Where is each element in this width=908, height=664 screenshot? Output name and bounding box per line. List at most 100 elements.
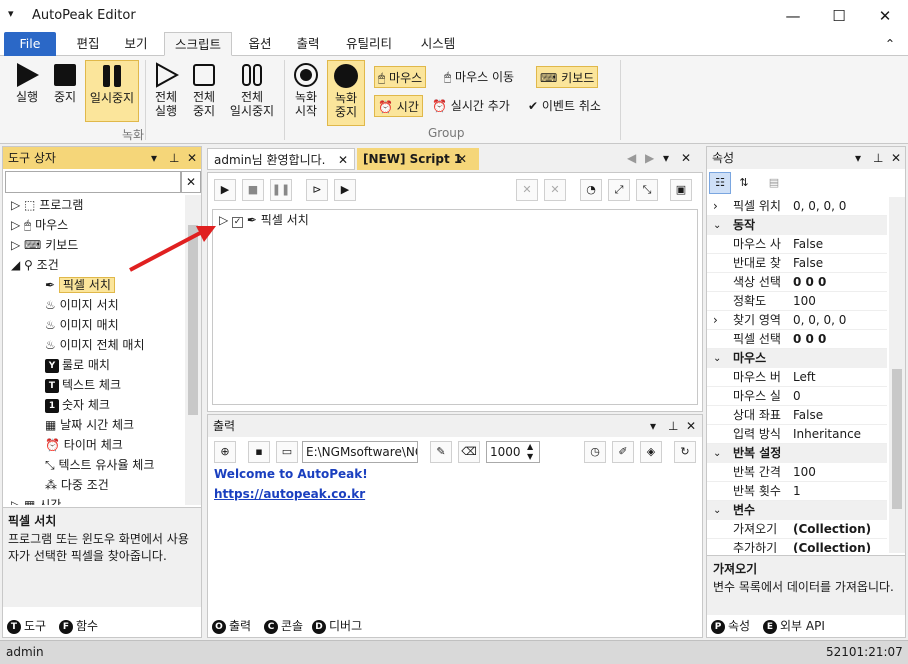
bottom-tab-external-api[interactable]: E 외부 API xyxy=(763,615,825,637)
tree-item-timer-check[interactable]: ⏰ 타이머 체크 xyxy=(45,435,123,455)
new-file-icon[interactable]: ⊕ xyxy=(214,441,236,463)
tree-item-text-check[interactable]: T 텍스트 체크 xyxy=(45,375,121,395)
record-time-toggle[interactable]: ⏰ 시간 xyxy=(374,95,423,117)
panel-dropdown-icon[interactable]: ▾ xyxy=(650,415,656,437)
property-row[interactable]: 상대 좌표 False xyxy=(707,406,887,425)
pause-all-button[interactable]: 전체 일시중지 xyxy=(226,62,278,126)
delete-all-icon[interactable]: ✕ xyxy=(544,179,566,201)
expand-chevron-icon[interactable]: ⌄ xyxy=(713,216,721,235)
property-row[interactable]: 반대로 찾 False xyxy=(707,254,887,273)
tab-options[interactable]: 옵션 xyxy=(238,32,282,56)
timer-icon[interactable]: ◔ xyxy=(580,179,602,201)
property-value[interactable]: 100 xyxy=(793,292,816,311)
tree-item-datetime-check[interactable]: ▦ 날짜 시간 체크 xyxy=(45,415,134,435)
tree-item-image-full-match[interactable]: ♨ 이미지 전체 매치 xyxy=(45,335,145,355)
collapse-ribbon-icon[interactable]: ⌃ xyxy=(880,32,900,56)
property-value[interactable]: (Collection) xyxy=(793,539,871,553)
property-value[interactable]: 100 xyxy=(793,463,816,482)
tab-file[interactable]: File xyxy=(4,32,56,56)
tree-item-rule-match[interactable]: Y 룰로 매치 xyxy=(45,355,110,375)
step-play-icon[interactable]: ⊳ xyxy=(306,179,328,201)
bottom-tab-console[interactable]: C 콘솔 xyxy=(264,615,303,637)
property-value[interactable]: False xyxy=(793,235,823,254)
property-row[interactable]: 마우스 실 0 xyxy=(707,387,887,406)
expand-chevron-icon[interactable]: ⌄ xyxy=(713,501,721,520)
property-row[interactable]: › 픽셀 위치 0, 0, 0, 0 xyxy=(707,197,887,216)
property-category[interactable]: ⌄ 마우스 xyxy=(707,349,887,368)
expand-chevron-icon[interactable]: ⌄ xyxy=(713,444,721,463)
tree-item-image-search[interactable]: ♨ 이미지 서치 xyxy=(45,295,119,315)
property-value[interactable]: 0 xyxy=(793,387,801,406)
stop-button[interactable]: 중지 xyxy=(48,62,82,116)
run-button[interactable]: 실행 xyxy=(8,62,46,116)
delete-icon[interactable]: ✕ xyxy=(516,179,538,201)
folder-icon[interactable]: ▭ xyxy=(276,441,298,463)
scrollbar-thumb[interactable] xyxy=(892,369,902,509)
clean-icon[interactable]: ✎ xyxy=(430,441,452,463)
eraser-icon[interactable]: ⌫ xyxy=(458,441,480,463)
script-item-pixel-search[interactable]: ▷ ✓ ✒ 픽셀 서치 xyxy=(219,210,309,230)
property-value[interactable]: False xyxy=(793,254,823,273)
collapse-icon[interactable]: ⤡ xyxy=(636,179,658,201)
delay-stepper[interactable]: 1000 ▲ ▼ xyxy=(486,441,540,463)
tree-item-keyboard[interactable]: ▷ ⌨ 키보드 xyxy=(11,235,78,255)
property-row[interactable]: 정확도 100 xyxy=(707,292,887,311)
panel-dropdown-icon[interactable]: ▾ xyxy=(151,147,157,169)
minimize-button[interactable]: — xyxy=(770,0,816,32)
property-value[interactable]: 0, 0, 0, 0 xyxy=(793,197,846,216)
categorized-icon[interactable]: ☷ xyxy=(709,172,731,194)
property-row[interactable]: 마우스 버 Left xyxy=(707,368,887,387)
checkbox[interactable]: ✓ xyxy=(232,217,244,228)
property-row[interactable]: 입력 방식 Inheritance xyxy=(707,425,887,444)
tree-item-multi-condition[interactable]: ⁂ 다중 조건 xyxy=(45,475,109,495)
fill-icon[interactable]: ◈ xyxy=(640,441,662,463)
close-tab-icon[interactable]: ✕ xyxy=(338,149,348,171)
close-button[interactable]: ✕ xyxy=(862,0,908,32)
maximize-button[interactable]: ☐ xyxy=(816,0,862,32)
property-pages-icon[interactable]: ▤ xyxy=(763,172,785,194)
record-stop-button[interactable]: 녹화 중지 xyxy=(327,60,365,126)
property-value[interactable]: 1 xyxy=(793,482,801,501)
panel-close-icon[interactable]: ✕ xyxy=(891,147,901,169)
property-category[interactable]: ⌄ 변수 xyxy=(707,501,887,520)
bottom-tab-debug[interactable]: D 디버그 xyxy=(312,615,362,637)
close-document-icon[interactable]: ✕ xyxy=(681,151,691,165)
bottom-tab-tools[interactable]: T 도구 xyxy=(7,615,46,637)
panel-dropdown-icon[interactable]: ▾ xyxy=(855,147,861,169)
property-row[interactable]: 반복 간격 100 xyxy=(707,463,887,482)
refresh-icon[interactable]: ↻ xyxy=(674,441,696,463)
property-value[interactable]: (Collection) xyxy=(793,520,871,539)
record-mouse-toggle[interactable]: 🖱 마우스 xyxy=(374,66,427,88)
expand-chevron-icon[interactable]: › xyxy=(713,311,718,330)
save-icon[interactable]: ▪ xyxy=(248,441,270,463)
expand-chevron-icon[interactable]: ⌄ xyxy=(713,349,721,368)
expand-icon[interactable]: ⤢ xyxy=(608,179,630,201)
pause-icon[interactable]: ❚❚ xyxy=(270,179,292,201)
stop-icon[interactable]: ■ xyxy=(242,179,264,201)
property-category[interactable]: ⌄ 반복 설정 xyxy=(707,444,887,463)
properties-scrollbar[interactable] xyxy=(889,197,905,553)
tab-utility[interactable]: 유틸리티 xyxy=(336,32,402,56)
property-row[interactable]: 픽셀 선택 0 0 0 xyxy=(707,330,887,349)
realtime-add-toggle[interactable]: ⏰ 실시간 추가 xyxy=(432,95,510,117)
property-row[interactable]: 추가하기 (Collection) xyxy=(707,539,887,553)
property-category[interactable]: ⌄ 동작 xyxy=(707,216,887,235)
property-row[interactable]: 마우스 사 False xyxy=(707,235,887,254)
property-value[interactable]: 0 0 0 xyxy=(793,273,826,292)
tab-output[interactable]: 출력 xyxy=(286,32,330,56)
play-to-end-icon[interactable]: ▶ xyxy=(334,179,356,201)
bottom-tab-properties[interactable]: P 속성 xyxy=(711,615,750,637)
property-row[interactable]: 반복 횟수 1 xyxy=(707,482,887,501)
toolbox-search-input[interactable] xyxy=(5,171,181,193)
tree-item-number-check[interactable]: 1 숫자 체크 xyxy=(45,395,110,415)
clear-search-icon[interactable]: ✕ xyxy=(181,171,201,193)
bottom-tab-functions[interactable]: F 함수 xyxy=(59,615,98,637)
property-value[interactable]: False xyxy=(793,406,823,425)
tree-item-mouse[interactable]: ▷ 🖱 마우스 xyxy=(11,215,68,235)
property-value[interactable]: 0 0 0 xyxy=(793,330,826,349)
output-path-input[interactable]: E:\NGMsoftware\NG xyxy=(302,441,418,463)
property-row[interactable]: › 찾기 영역 0, 0, 0, 0 xyxy=(707,311,887,330)
event-cancel-toggle[interactable]: ✔ 이벤트 취소 xyxy=(528,95,601,117)
panel-close-icon[interactable]: ✕ xyxy=(187,147,197,169)
tree-item-image-match[interactable]: ♨ 이미지 매치 xyxy=(45,315,119,335)
